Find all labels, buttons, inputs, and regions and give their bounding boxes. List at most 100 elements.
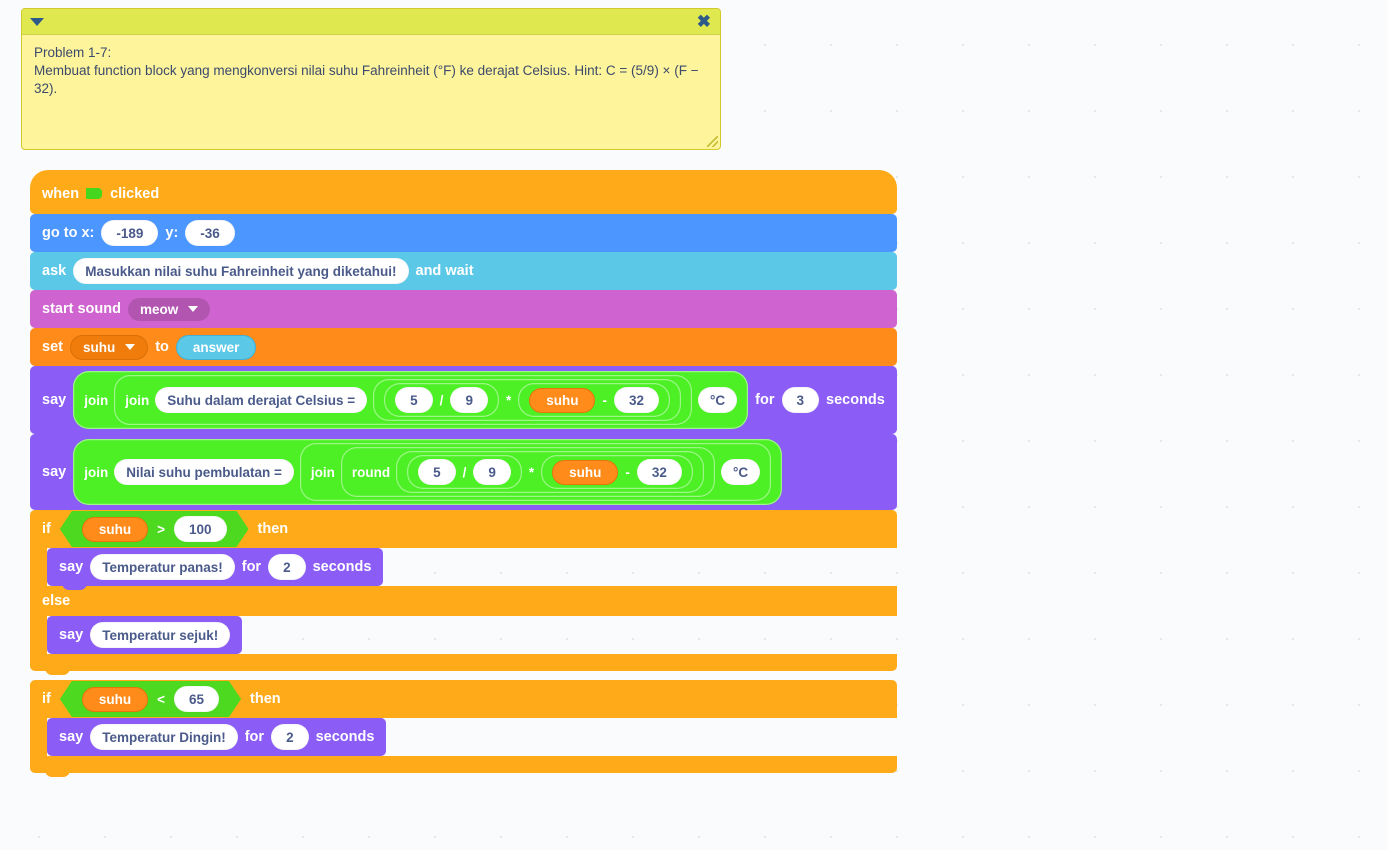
say-text-input[interactable]: Temperatur panas! — [90, 554, 235, 580]
join-inner-1[interactable]: join Suhu dalam derajat Celsius = 5 / 9 … — [114, 375, 692, 425]
round-label: round — [351, 464, 391, 480]
block-when-flag-clicked[interactable]: when clicked — [30, 170, 897, 218]
triangle-down-icon[interactable] — [30, 17, 44, 26]
less-than-sign: < — [157, 691, 165, 707]
say-label: say — [59, 729, 84, 745]
greater-than-boolean[interactable]: suhu > 100 — [60, 511, 249, 547]
if-label: if — [42, 691, 51, 707]
x-input[interactable]: -189 — [101, 220, 159, 246]
seconds-label: seconds — [826, 392, 885, 408]
for-label: for — [244, 729, 265, 745]
green-flag-icon — [86, 187, 103, 202]
say-text-input[interactable]: Temperatur sejuk! — [90, 622, 231, 648]
y-input[interactable]: -36 — [185, 220, 235, 246]
suhu-variable-reporter[interactable]: suhu — [552, 459, 619, 485]
for-label: for — [755, 392, 775, 408]
subtrahend-input[interactable]: 32 — [613, 387, 659, 413]
multiply-sign: * — [505, 392, 512, 408]
greater-than-sign: > — [157, 521, 165, 537]
denominator-input[interactable]: 9 — [450, 387, 488, 413]
numerator-input[interactable]: 5 — [395, 387, 433, 413]
chevron-down-icon — [188, 306, 199, 312]
seconds-input[interactable]: 2 — [268, 554, 306, 580]
unit-input[interactable]: °C — [698, 387, 738, 413]
less-than-boolean[interactable]: suhu < 65 — [60, 681, 241, 717]
answer-reporter[interactable]: answer — [175, 334, 257, 360]
if-else-footer — [30, 654, 897, 675]
else-header[interactable]: else — [30, 586, 897, 616]
sound-dropdown-value: meow — [139, 301, 179, 317]
else-spine — [30, 616, 47, 654]
variable-dropdown[interactable]: suhu — [69, 334, 149, 360]
variable-dropdown-value: suhu — [82, 339, 116, 355]
if-label: if — [42, 521, 51, 537]
if-header-2[interactable]: if suhu < 65 then — [30, 680, 897, 718]
divide-operator-1[interactable]: 5 / 9 — [384, 383, 499, 417]
subtrahend-input[interactable]: 32 — [636, 459, 682, 485]
comment-text: Problem 1-7: Membuat function block yang… — [34, 45, 699, 96]
block-set-variable[interactable]: set suhu to answer — [30, 328, 897, 370]
minus-sign: - — [625, 464, 630, 480]
then-label: then — [257, 521, 289, 537]
block-if-else[interactable]: if suhu > 100 then say Temperatur panas!… — [30, 510, 897, 675]
ask-question-input[interactable]: Masukkan nilai suhu Fahreinheit yang dik… — [73, 258, 409, 284]
multiply-operator-1[interactable]: 5 / 9 * suhu - 32 — [373, 379, 681, 421]
suhu-variable-reporter[interactable]: suhu — [82, 517, 148, 542]
else-branch-blocks: say Temperatur sejuk! — [47, 616, 243, 658]
multiply-sign: * — [528, 464, 535, 480]
join-inner-2[interactable]: join round 5 / 9 * suhu - 32 °C — [299, 443, 772, 501]
numerator-input[interactable]: 5 — [418, 459, 456, 485]
y-label: y: — [165, 225, 179, 241]
if-branch-blocks: say Temperatur panas! for 2 seconds — [47, 548, 384, 590]
minus-sign: - — [602, 392, 607, 408]
subtract-operator-1[interactable]: suhu - 32 — [518, 383, 670, 417]
suhu-variable-reporter[interactable]: suhu — [82, 687, 148, 712]
join-text-input[interactable]: Suhu dalam derajat Celsius = — [155, 387, 368, 413]
block-say-2[interactable]: say join Nilai suhu pembulatan = join ro… — [30, 434, 897, 514]
block-go-to-xy[interactable]: go to x: -189 y: -36 — [30, 214, 897, 256]
if2-footer — [30, 756, 897, 777]
to-label: to — [155, 339, 169, 355]
seconds-input[interactable]: 3 — [781, 387, 820, 413]
join-text-input[interactable]: Nilai suhu pembulatan = — [114, 459, 294, 485]
block-say-for-seconds-1[interactable]: say join join Suhu dalam derajat Celsius… — [30, 366, 897, 438]
say-text-input[interactable]: Temperatur Dingin! — [90, 724, 238, 750]
block-say-dingin[interactable]: say Temperatur Dingin! for 2 seconds — [47, 718, 387, 760]
comment-resize-handle[interactable] — [707, 136, 718, 147]
block-start-sound[interactable]: start sound meow — [30, 290, 897, 332]
sound-dropdown[interactable]: meow — [127, 297, 211, 321]
comment-header[interactable]: ✖ — [22, 9, 720, 35]
script-comment[interactable]: ✖ Problem 1-7: Membuat function block ya… — [21, 8, 721, 150]
block-say-panas[interactable]: say Temperatur panas! for 2 seconds — [47, 548, 384, 590]
join-outer-1[interactable]: join join Suhu dalam derajat Celsius = 5… — [73, 371, 749, 429]
denominator-input[interactable]: 9 — [473, 459, 511, 485]
join-label: join — [84, 392, 109, 408]
suhu-variable-reporter[interactable]: suhu — [529, 387, 596, 413]
unit-input[interactable]: °C — [720, 459, 761, 485]
if2-spine — [30, 718, 47, 756]
compare-value-input[interactable]: 65 — [174, 686, 219, 712]
ask-label: ask — [42, 263, 67, 279]
when-label: when — [42, 186, 80, 202]
round-operator[interactable]: round 5 / 9 * suhu - 32 — [340, 447, 715, 497]
block-script: when clicked go to x: -189 y: -36 ask Ma… — [30, 170, 897, 777]
set-label: set — [42, 339, 63, 355]
if-spine — [30, 548, 47, 586]
divide-operator-2[interactable]: 5 / 9 — [407, 455, 522, 489]
close-icon[interactable]: ✖ — [697, 13, 711, 30]
block-if-dingin[interactable]: if suhu < 65 then say Temperatur Dingin!… — [30, 680, 897, 777]
seconds-input[interactable]: 2 — [271, 724, 309, 750]
compare-value-input[interactable]: 100 — [174, 516, 227, 542]
block-ask-and-wait[interactable]: ask Masukkan nilai suhu Fahreinheit yang… — [30, 252, 897, 294]
subtract-operator-2[interactable]: suhu - 32 — [541, 455, 693, 489]
chevron-down-icon — [125, 344, 136, 350]
block-say-sejuk[interactable]: say Temperatur sejuk! — [47, 616, 243, 658]
seconds-label: seconds — [315, 729, 375, 745]
then-label: then — [250, 691, 281, 707]
multiply-operator-2[interactable]: 5 / 9 * suhu - 32 — [396, 451, 704, 493]
clicked-label: clicked — [110, 186, 160, 202]
say-label: say — [59, 627, 84, 643]
join-outer-2[interactable]: join Nilai suhu pembulatan = join round … — [73, 439, 783, 505]
divide-sign: / — [462, 464, 467, 480]
if-else-header[interactable]: if suhu > 100 then — [30, 510, 897, 548]
